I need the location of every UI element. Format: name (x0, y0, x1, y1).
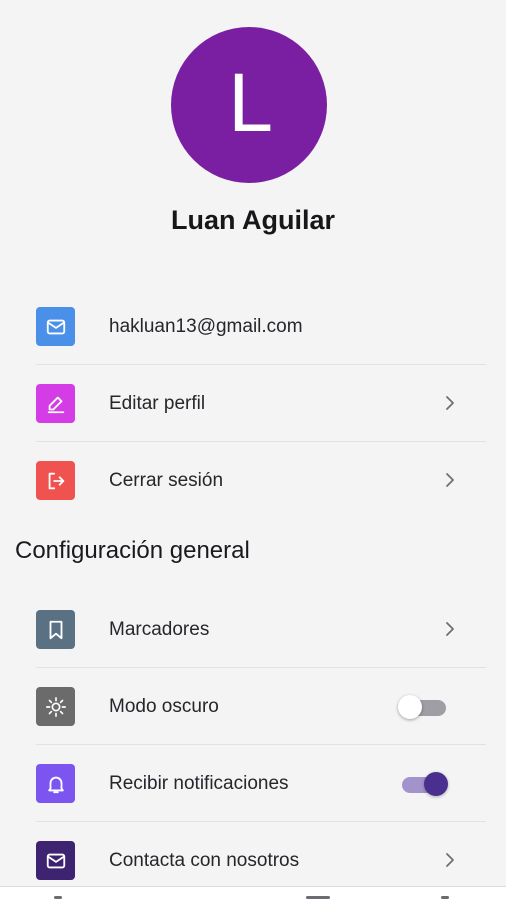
user-name: Luan Aguilar (170, 205, 335, 235)
mail-icon (36, 841, 75, 880)
avatar-initial: L (227, 60, 271, 150)
bottom-navigation-bar (0, 886, 506, 900)
email-label: hakluan13@gmail.com (109, 316, 303, 337)
bell-icon (36, 764, 75, 803)
logout-icon (36, 461, 75, 500)
email-row: hakluan13@gmail.com (0, 288, 506, 365)
nav-item-home[interactable] (54, 896, 62, 899)
bookmarks-label: Marcadores (109, 619, 210, 640)
notifications-toggle[interactable] (398, 770, 450, 798)
sun-icon (36, 687, 75, 726)
nav-item-profile[interactable] (441, 896, 449, 899)
avatar: L (171, 27, 327, 183)
mail-icon (36, 307, 75, 346)
notifications-row: Recibir notificaciones (0, 745, 506, 822)
edit-profile-label: Editar perfil (109, 393, 206, 414)
profile-screen: L Luan Aguilar hakluan13@gmail.com Edita… (0, 0, 506, 900)
toggle-thumb (398, 695, 422, 719)
notifications-label: Recibir notificaciones (109, 773, 289, 794)
dark-mode-label: Modo oscuro (109, 696, 219, 717)
section-title-general-settings: Configuración general (15, 537, 250, 564)
logout-row[interactable]: Cerrar sesión (0, 442, 506, 519)
dark-mode-row: Modo oscuro (0, 668, 506, 745)
chevron-right-icon (446, 396, 454, 410)
nav-item-grid[interactable] (306, 896, 330, 899)
dark-mode-toggle[interactable] (398, 693, 450, 721)
pencil-icon (36, 384, 75, 423)
chevron-right-icon (446, 853, 454, 867)
bookmark-icon (36, 610, 75, 649)
toggle-thumb (424, 772, 448, 796)
logout-label: Cerrar sesión (109, 470, 224, 491)
edit-profile-row[interactable]: Editar perfil (0, 365, 506, 442)
chevron-right-icon (446, 473, 454, 487)
bookmarks-row[interactable]: Marcadores (0, 591, 506, 668)
chevron-right-icon (446, 622, 454, 636)
